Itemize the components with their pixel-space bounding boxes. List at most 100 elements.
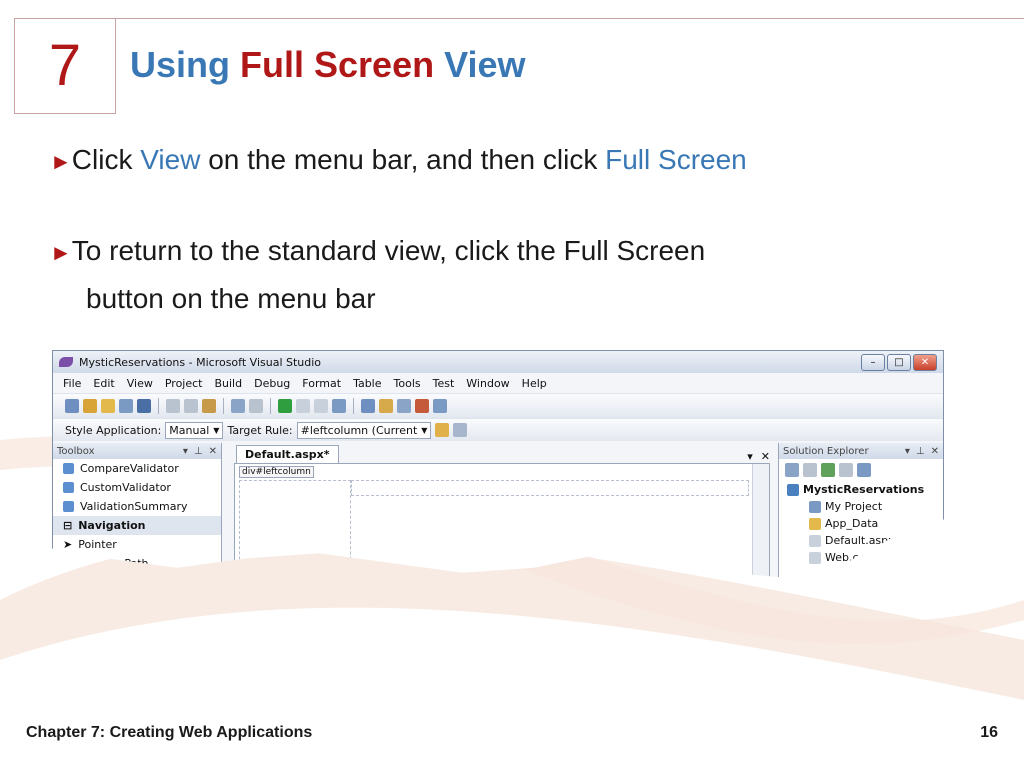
bullet-2: ►To return to the standard view, click t… bbox=[50, 228, 930, 322]
toolbox-icon bbox=[415, 399, 429, 413]
menu-format: Format bbox=[302, 376, 342, 390]
vs-logo-icon bbox=[59, 357, 73, 367]
title-emphasis: Full Screen bbox=[240, 44, 435, 85]
toolbox-item: CompareValidator bbox=[53, 459, 221, 478]
properties-icon bbox=[785, 463, 799, 477]
new-style-icon bbox=[435, 423, 450, 437]
toolbox-title: Toolbox bbox=[57, 445, 95, 457]
toolbox-item: CustomValidator bbox=[53, 478, 221, 497]
file-icon bbox=[809, 534, 821, 547]
vs-title-bar: MysticReservations - Microsoft Visual St… bbox=[53, 351, 943, 373]
menu-build: Build bbox=[214, 376, 243, 390]
element-tag: div#leftcolumn bbox=[239, 466, 314, 478]
folder-icon bbox=[809, 517, 821, 530]
stop-icon bbox=[314, 399, 328, 413]
close-icon: ✕ bbox=[930, 445, 939, 457]
style-application-combo: Manual ▼ bbox=[165, 421, 224, 439]
bullet-1-view: View bbox=[140, 144, 201, 175]
step-icon bbox=[332, 399, 346, 413]
style-application-value: Manual bbox=[169, 423, 210, 437]
tree-item: My Project bbox=[787, 498, 943, 515]
menu-edit: Edit bbox=[93, 376, 115, 390]
solution-explorer-title: Solution Explorer bbox=[783, 445, 869, 457]
full-screen-icon bbox=[433, 399, 447, 413]
start-debugging-icon bbox=[278, 399, 292, 413]
collapse-icon: ⊟ bbox=[63, 519, 73, 532]
target-rule-label: Target Rule: bbox=[227, 423, 293, 437]
footer-chapter: Chapter 7: Creating Web Applications bbox=[26, 724, 313, 741]
close-icon: ✕ bbox=[760, 450, 770, 463]
bullet-arrow-icon: ► bbox=[50, 240, 72, 265]
menu-test: Test bbox=[432, 376, 455, 390]
dropdown-icon: ▼ bbox=[213, 425, 220, 435]
view-code-icon bbox=[839, 463, 853, 477]
bullet-2-line-1: To return to the standard view, click th… bbox=[71, 235, 706, 266]
menu-help: Help bbox=[521, 376, 547, 390]
open-icon bbox=[101, 399, 115, 413]
bullet-arrow-icon: ► bbox=[50, 149, 72, 174]
pointer-icon: ➤ bbox=[63, 538, 73, 551]
pin-icon: ⊥ bbox=[193, 445, 203, 457]
menu-file: File bbox=[63, 376, 82, 390]
dropdown-icon: ▾ bbox=[182, 445, 188, 457]
copy-icon bbox=[184, 399, 198, 413]
show-all-files-icon bbox=[803, 463, 817, 477]
attach-style-icon bbox=[453, 423, 468, 437]
menu-view: View bbox=[126, 376, 153, 390]
vs-screenshot: MysticReservations - Microsoft Visual St… bbox=[52, 350, 944, 578]
properties-icon bbox=[379, 399, 393, 413]
toolbox-group: ⊟ Navigation bbox=[53, 516, 221, 535]
vs-style-toolbar: Style Application: Manual ▼ Target Rule: … bbox=[53, 418, 943, 441]
minimize-icon: – bbox=[861, 353, 885, 371]
add-item-icon bbox=[83, 399, 97, 413]
dropdown-icon: ▾ bbox=[747, 450, 753, 463]
file-icon bbox=[809, 551, 821, 564]
new-project-icon bbox=[65, 399, 79, 413]
target-rule-value: #leftcolumn (Current bbox=[300, 423, 418, 437]
paste-icon bbox=[202, 399, 216, 413]
menu-table: Table bbox=[353, 376, 382, 390]
close-icon: ✕ bbox=[913, 353, 937, 371]
view-designer-icon bbox=[857, 463, 871, 477]
bullet-1-text-a: Click bbox=[71, 144, 141, 175]
validator-icon bbox=[63, 482, 74, 493]
target-rule-combo: #leftcolumn (Current ▼ bbox=[296, 421, 432, 439]
object-browser-icon bbox=[397, 399, 411, 413]
menu-debug: Debug bbox=[254, 376, 291, 390]
tree-root: MysticReservations bbox=[787, 481, 943, 498]
vertical-scrollbar bbox=[752, 464, 769, 578]
project-icon bbox=[809, 500, 821, 513]
save-all-icon bbox=[137, 399, 151, 413]
close-icon: ✕ bbox=[208, 445, 217, 457]
save-icon bbox=[119, 399, 133, 413]
document-tab: Default.aspx* bbox=[236, 445, 339, 463]
menu-window: Window bbox=[466, 376, 510, 390]
toolbox-item: ValidationSummary bbox=[53, 497, 221, 516]
redo-icon bbox=[249, 399, 263, 413]
cut-icon bbox=[166, 399, 180, 413]
bullet-1: ►Click View on the menu bar, and then cl… bbox=[50, 137, 747, 185]
bullet-1-full-screen: Full Screen bbox=[605, 144, 747, 175]
vs-standard-toolbar bbox=[53, 393, 943, 418]
summary-icon bbox=[63, 501, 74, 512]
chapter-number: 7 bbox=[48, 33, 82, 98]
chapter-number-box: 7 bbox=[14, 18, 116, 114]
website-icon bbox=[787, 483, 799, 496]
bullet-2-line-2: button on the menu bar bbox=[86, 283, 376, 314]
toolbox-item: ➤ Pointer bbox=[63, 538, 117, 551]
page-number: 16 bbox=[980, 724, 998, 741]
header-box bbox=[351, 480, 749, 496]
header-rule bbox=[115, 18, 1024, 19]
dropdown-icon: ▾ bbox=[904, 445, 910, 457]
title-post: View bbox=[434, 44, 526, 85]
pause-icon bbox=[296, 399, 310, 413]
vs-menu-bar: File Edit View Project Build Debug Forma… bbox=[53, 373, 943, 393]
refresh-icon bbox=[821, 463, 835, 477]
title-pre: Using bbox=[130, 44, 241, 85]
style-application-label: Style Application: bbox=[65, 423, 162, 437]
menu-project: Project bbox=[164, 376, 203, 390]
validator-icon bbox=[63, 463, 74, 474]
slide-title: Using Full Screen View bbox=[130, 44, 525, 86]
dropdown-icon: ▼ bbox=[421, 425, 428, 435]
maximize-icon: □ bbox=[887, 353, 911, 371]
